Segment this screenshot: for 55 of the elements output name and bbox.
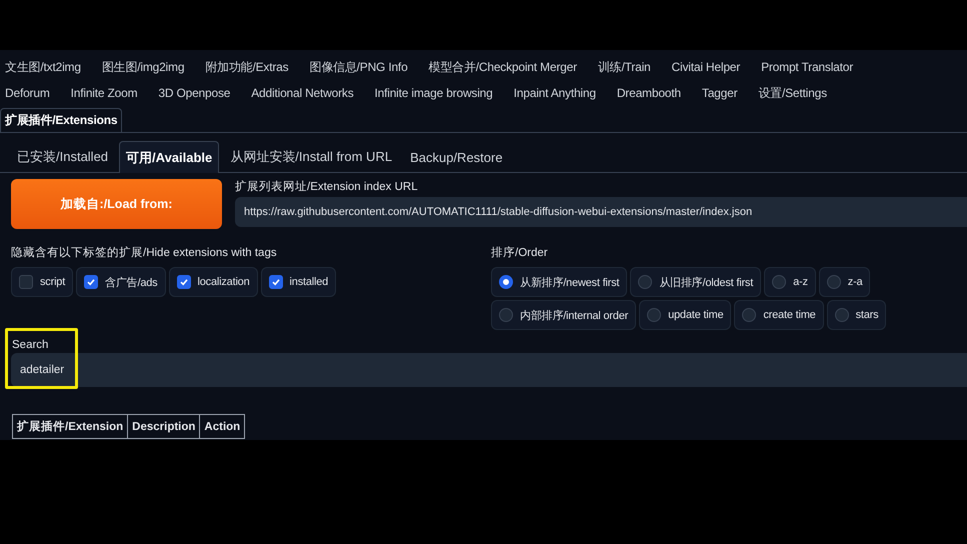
order-radio[interactable]: create time (734, 300, 824, 330)
order-radio[interactable]: 从新排序/newest first (491, 267, 628, 297)
main-tab[interactable]: 3D Openpose (153, 82, 236, 104)
main-tab[interactable]: 扩展插件/Extensions (0, 108, 122, 132)
sub-tab[interactable]: Backup/Restore (403, 141, 510, 172)
main-tab[interactable]: Inpaint Anything (508, 82, 601, 104)
radio-icon[interactable] (826, 275, 841, 289)
main-tab[interactable]: Infinite image browsing (370, 82, 498, 104)
main-tab[interactable]: 图生图/img2img (96, 54, 190, 80)
main-tab[interactable]: Dreambooth (612, 82, 686, 104)
main-tab[interactable]: 训练/Train (592, 54, 656, 80)
main-tab[interactable]: 图像信息/PNG Info (304, 54, 413, 80)
tag-checkbox[interactable]: installed (260, 267, 336, 297)
main-tab[interactable]: Infinite Zoom (66, 82, 142, 104)
field-label: 扩展列表网址/Extension index URL (235, 179, 418, 194)
radio-icon[interactable] (638, 275, 652, 289)
main-tab[interactable]: 模型合并/Checkpoint Merger (424, 54, 582, 80)
main-tab[interactable]: Tagger (696, 82, 742, 104)
order-radio[interactable]: update time (639, 300, 732, 330)
main-tab[interactable]: Prompt Translator (756, 56, 858, 78)
group-label: 排序/Order (491, 245, 548, 260)
checkbox-icon[interactable] (176, 275, 190, 289)
main-tab[interactable]: Deforum (0, 82, 55, 104)
group-label: 隐藏含有以下标签的扩展/Hide extensions with tags (11, 245, 277, 260)
order-radio[interactable]: stars (826, 300, 886, 330)
radio-icon[interactable] (499, 275, 513, 289)
sub-tab[interactable]: 可用/Available (119, 141, 220, 173)
tag-checkbox[interactable]: 含广告/ads (76, 267, 166, 297)
tag-checkbox[interactable]: script (11, 267, 74, 297)
sub-tab[interactable]: 已安装/Installed (10, 141, 116, 172)
checkbox-icon[interactable] (19, 275, 33, 289)
radio-icon[interactable] (647, 308, 662, 322)
column-header: Description (128, 414, 200, 438)
column-header: Action (200, 414, 245, 438)
checkbox-icon[interactable] (268, 275, 283, 289)
order-radio[interactable]: a-z (764, 267, 816, 297)
order-radio[interactable]: 内部排序/internal order (491, 300, 636, 330)
search-label: Search (12, 339, 48, 351)
url-field[interactable]: https://raw.githubusercontent.com/AUTOMATIC1111/stable-diffusion-webui-extensions/master/index.json (235, 197, 967, 227)
main-tab[interactable]: 附加功能/Extras (200, 54, 294, 80)
radio-icon[interactable] (772, 275, 786, 289)
main-tab[interactable]: 设置/Settings (753, 80, 832, 106)
main-tab[interactable]: Civitai Helper (666, 56, 746, 78)
search-field[interactable]: adetailer (11, 353, 967, 387)
order-radio[interactable]: 从旧排序/oldest first (630, 267, 762, 297)
order-radio[interactable]: z-a (818, 267, 870, 297)
column-header: 扩展插件/Extension (12, 414, 128, 438)
radio-icon[interactable] (742, 308, 756, 322)
tag-checkbox[interactable]: localization (168, 267, 258, 297)
checkbox-icon[interactable] (84, 275, 98, 289)
radio-icon[interactable] (499, 308, 513, 322)
sub-tab[interactable]: 从网址安装/Install from URL (223, 141, 400, 172)
main-tab[interactable]: Additional Networks (246, 82, 358, 104)
main-tab[interactable]: 文生图/txt2img (0, 54, 86, 80)
radio-icon[interactable] (834, 308, 849, 322)
